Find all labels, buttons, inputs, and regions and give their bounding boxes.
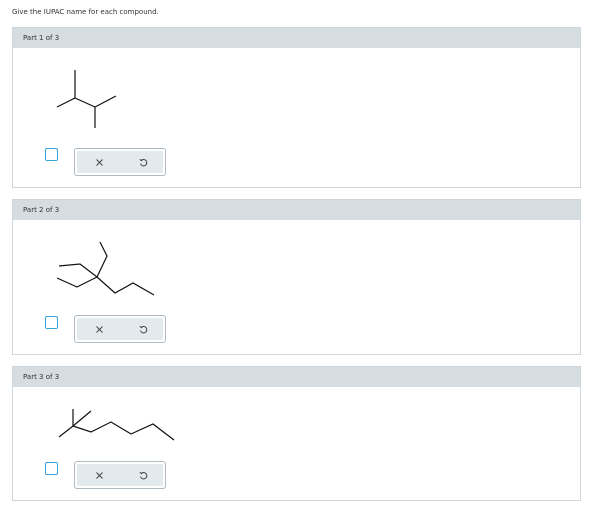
part-1-clear-button[interactable]	[87, 151, 111, 173]
molecule-2-structure	[55, 240, 159, 298]
molecule-3-structure	[55, 407, 177, 443]
part-1-tool-panel-inner	[77, 151, 163, 173]
part-3-undo-button[interactable]	[131, 464, 155, 486]
part-2-tool-panel-inner	[77, 318, 163, 340]
part-3-header: Part 3 of 3	[13, 367, 580, 387]
molecule-1-structure	[55, 68, 125, 130]
part-2-header: Part 2 of 3	[13, 200, 580, 220]
part-3-title: Part 3 of 3	[23, 373, 60, 381]
part-2-title: Part 2 of 3	[23, 206, 60, 214]
undo-icon	[138, 325, 147, 333]
part-1-tool-panel	[74, 148, 166, 176]
part-1-header: Part 1 of 3	[13, 28, 580, 48]
x-icon	[95, 325, 103, 333]
part-2-tool-panel	[74, 315, 166, 343]
part-1-answer-checkbox[interactable]	[45, 148, 58, 161]
undo-icon	[138, 158, 147, 166]
part-3-answer-checkbox[interactable]	[45, 462, 58, 475]
part-3-tool-panel-inner	[77, 464, 163, 486]
part-1-undo-button[interactable]	[131, 151, 155, 173]
part-1-title: Part 1 of 3	[23, 34, 60, 42]
x-icon	[95, 158, 103, 166]
part-1-card: Part 1 of 3	[12, 27, 581, 188]
part-2-undo-button[interactable]	[131, 318, 155, 340]
instructions-text: Give the IUPAC name for each compound.	[12, 8, 159, 16]
assignment-page: Give the IUPAC name for each compound. P…	[0, 0, 589, 516]
part-3-card: Part 3 of 3	[12, 366, 581, 501]
part-2-card: Part 2 of 3	[12, 199, 581, 355]
part-2-answer-checkbox[interactable]	[45, 316, 58, 329]
x-icon	[95, 471, 103, 479]
part-2-clear-button[interactable]	[87, 318, 111, 340]
part-3-clear-button[interactable]	[87, 464, 111, 486]
part-3-tool-panel	[74, 461, 166, 489]
undo-icon	[138, 471, 147, 479]
